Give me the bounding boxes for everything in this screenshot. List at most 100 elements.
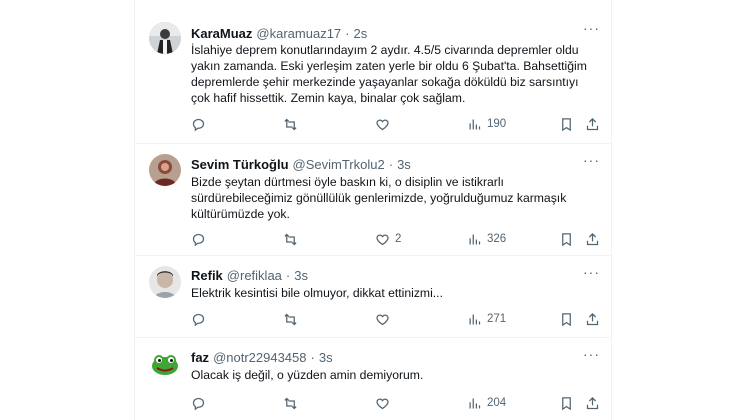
tweet-text-line: Bizde şeytan dürtmesi öyle baskın ki, o … (191, 175, 504, 189)
views-button[interactable]: 271 (467, 311, 506, 327)
share-button[interactable] (585, 395, 600, 411)
views-icon (467, 396, 482, 411)
share-icon (585, 396, 600, 411)
more-icon[interactable]: ··· (583, 347, 599, 364)
tweet-actions: 2 326 (191, 231, 601, 247)
share-icon (585, 232, 600, 247)
tweet-text-line: Elektrik kesintisi bile olmuyor, dikkat … (191, 286, 443, 300)
timestamp[interactable]: 3s (294, 268, 308, 283)
retweet-icon (283, 117, 298, 132)
retweet-button[interactable] (283, 231, 298, 247)
share-button[interactable] (585, 116, 600, 132)
reply-button[interactable] (191, 116, 206, 132)
views-count: 271 (487, 313, 507, 325)
timestamp[interactable]: 2s (354, 26, 368, 41)
avatar[interactable] (149, 348, 181, 380)
tweet[interactable]: faz @notr22943458 · 3s ··· Olacak iş değ… (135, 337, 611, 420)
author-handle[interactable]: @karamuaz17 (256, 26, 341, 41)
like-button[interactable] (375, 311, 395, 327)
like-button[interactable] (375, 395, 395, 411)
reply-button[interactable] (191, 311, 206, 327)
reply-button[interactable] (191, 395, 206, 411)
views-icon (467, 312, 482, 327)
avatar[interactable] (149, 22, 181, 54)
tweet[interactable]: KaraMuaz @karamuaz17 · 2s ··· İslahiye d… (135, 0, 611, 144)
bookmark-button[interactable] (559, 395, 574, 411)
separator-dot: · (285, 267, 291, 283)
views-count: 326 (487, 233, 507, 245)
more-icon[interactable]: ··· (583, 21, 599, 38)
views-button[interactable]: 204 (467, 395, 506, 411)
tweet[interactable]: Sevim Türkoğlu @SevimTrkolu2 · 3s ··· Bi… (135, 143, 611, 256)
tweet-header: Sevim Türkoğlu @SevimTrkolu2 · 3s (191, 156, 411, 172)
retweet-icon (283, 312, 298, 327)
tweet-header: KaraMuaz @karamuaz17 · 2s (191, 25, 367, 41)
avatar[interactable] (149, 266, 181, 298)
retweet-button[interactable] (283, 116, 298, 132)
retweet-button[interactable] (283, 311, 298, 327)
tweet-text-line: depremlerde şehir merkezinde yaşayanlar … (191, 75, 579, 89)
bookmark-icon (559, 312, 574, 327)
separator-dot: · (310, 349, 315, 365)
tweet-actions: 271 (191, 311, 601, 327)
tweet-text-line: Olacak iş değil, o yüzden amin demiyorum… (191, 368, 424, 382)
timestamp[interactable]: 3s (319, 350, 333, 365)
tweet-text-line: kültürümüzde yok. (191, 207, 290, 221)
reply-icon (191, 232, 206, 247)
share-button[interactable] (585, 231, 600, 247)
tweet-text: Bizde şeytan dürtmesi öyle baskın ki, o … (191, 174, 601, 222)
views-button[interactable]: 326 (467, 231, 506, 247)
reply-icon (191, 312, 206, 327)
like-icon (375, 117, 390, 132)
avatar[interactable] (149, 154, 181, 186)
share-button[interactable] (585, 311, 600, 327)
share-icon (585, 117, 600, 132)
bookmark-icon (559, 232, 574, 247)
author-name[interactable]: KaraMuaz (191, 26, 252, 41)
tweet-actions: 190 (191, 116, 601, 132)
tweet-text-line: çok hafif hissettik. Zemin kaya, binalar… (191, 91, 466, 105)
tweet[interactable]: Refik @refiklaa · 3s ··· Elektrik kesint… (135, 255, 611, 338)
separator-dot: · (345, 25, 350, 41)
views-icon (467, 232, 482, 247)
bookmark-icon (559, 396, 574, 411)
retweet-button[interactable] (283, 395, 298, 411)
like-count: 2 (395, 233, 402, 245)
views-button[interactable]: 190 (467, 116, 506, 132)
like-button[interactable]: 2 (375, 231, 401, 247)
retweet-icon (283, 232, 298, 247)
share-icon (585, 312, 600, 327)
reply-icon (191, 396, 206, 411)
bookmark-button[interactable] (559, 231, 574, 247)
tweet-text-line: yakın zamanda. Eski yerleşim zaten yerle… (191, 59, 587, 73)
bookmark-button[interactable] (559, 116, 574, 132)
like-icon (375, 312, 390, 327)
tweet-header: Refik @refiklaa · 3s (191, 267, 308, 283)
more-icon[interactable]: ··· (583, 265, 599, 282)
views-count: 204 (487, 397, 507, 409)
author-name[interactable]: Sevim Türkoğlu (191, 157, 289, 172)
timestamp[interactable]: 3s (397, 157, 411, 172)
like-icon (375, 396, 390, 411)
author-handle[interactable]: @SevimTrkolu2 (293, 157, 385, 172)
more-icon[interactable]: ··· (583, 153, 599, 170)
reply-button[interactable] (191, 231, 206, 247)
author-name[interactable]: Refik (191, 268, 223, 283)
reply-icon (191, 117, 206, 132)
tweet-text: Elektrik kesintisi bile olmuyor, dikkat … (191, 285, 601, 301)
author-name[interactable]: faz (191, 350, 209, 365)
tweet-actions: 204 (191, 395, 601, 411)
tweet-text: Olacak iş değil, o yüzden amin demiyorum… (191, 367, 601, 383)
views-icon (467, 117, 482, 132)
separator-dot: · (388, 156, 394, 172)
timeline: KaraMuaz @karamuaz17 · 2s ··· İslahiye d… (134, 0, 612, 420)
like-button[interactable] (375, 116, 395, 132)
bookmark-icon (559, 117, 574, 132)
bookmark-button[interactable] (559, 311, 574, 327)
tweet-header: faz @notr22943458 · 3s (191, 349, 333, 365)
tweet-text-line: sürdürebileceğimiz gönüllülük genlerimiz… (191, 191, 567, 205)
author-handle[interactable]: @notr22943458 (213, 350, 306, 365)
author-handle[interactable]: @refiklaa (227, 268, 282, 283)
views-count: 190 (487, 118, 507, 130)
like-icon (375, 232, 390, 247)
